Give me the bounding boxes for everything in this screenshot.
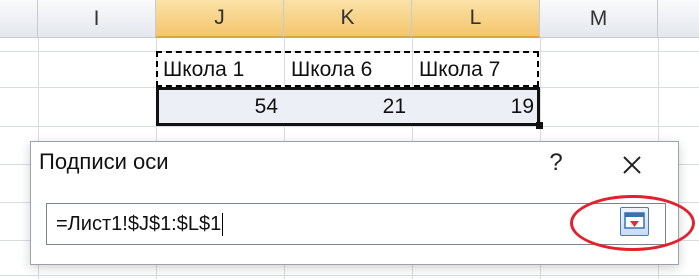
close-button[interactable] [616, 149, 648, 181]
column-header-l[interactable]: L [412, 0, 540, 38]
cell-k2[interactable]: 21 [284, 88, 412, 125]
column-header-k[interactable]: K [284, 0, 412, 38]
corner-blank [0, 0, 38, 38]
highlight-ring [570, 195, 695, 251]
axis-labels-dialog: Подписи оси ? =Лист1!$J$1:$L$1 [30, 141, 679, 265]
close-icon [623, 156, 641, 174]
gridline [0, 275, 699, 276]
column-header-next [658, 0, 699, 38]
gridline [0, 126, 699, 127]
cell-l2[interactable]: 19 [412, 88, 540, 125]
column-header-m[interactable]: M [540, 0, 658, 38]
column-header-i[interactable]: I [38, 0, 156, 38]
column-header-j[interactable]: J [156, 0, 284, 38]
help-button[interactable]: ? [541, 146, 571, 180]
marching-ants-range [156, 51, 539, 87]
range-input-text: =Лист1!$J$1:$L$1 [56, 212, 222, 235]
dialog-title: Подписи оси [39, 149, 169, 174]
cell-j2[interactable]: 54 [156, 88, 284, 125]
text-caret [222, 212, 224, 236]
